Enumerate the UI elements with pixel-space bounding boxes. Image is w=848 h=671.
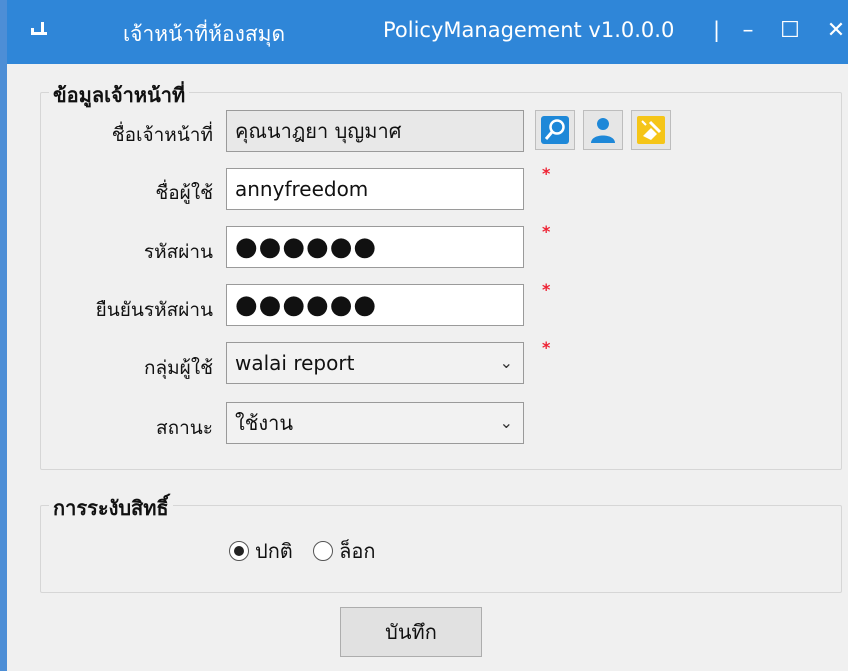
app-logo-icon [31, 22, 47, 35]
status-value: ใช้งาน [235, 411, 294, 435]
password-required-mark: * [542, 222, 551, 241]
minimize-button[interactable]: – [731, 14, 765, 48]
window-title-officer: เจ้าหน้าที่ห้องสมุด [123, 22, 286, 46]
user-group-select[interactable]: walai report ⌄ [226, 342, 524, 384]
chevron-down-icon: ⌄ [499, 353, 513, 372]
clear-officer-button[interactable] [631, 110, 671, 150]
suspension-radio-group: ปกติ ล็อก [229, 535, 390, 567]
radio-normal[interactable] [229, 541, 249, 561]
maximize-button[interactable]: ☐ [773, 14, 807, 48]
user-group-label: กลุ่มผู้ใช้ [144, 357, 213, 379]
title-separator: | [713, 18, 721, 42]
confirm-password-required-mark: * [542, 280, 551, 299]
confirm-password-input[interactable]: ●●●●●● [226, 284, 524, 326]
officer-window: เจ้าหน้าที่ห้องสมุด PolicyManagement v1.… [0, 0, 848, 671]
search-icon [541, 116, 569, 144]
confirm-password-label: ยืนยันรหัสผ่าน [95, 299, 213, 321]
suspension-group: การระงับสิทธิ์ [40, 492, 842, 593]
suspension-legend: การระงับสิทธิ์ [49, 492, 173, 524]
username-input[interactable]: annyfreedom [226, 168, 524, 210]
chevron-down-icon: ⌄ [499, 413, 513, 432]
officer-name-field: คุณนาฎยา บุญมาศ [226, 110, 524, 152]
window-title-app: PolicyManagement v1.0.0.0 [383, 18, 675, 42]
select-user-button[interactable] [583, 110, 623, 150]
officer-name-label: ชื่อเจ้าหน้าที่ [111, 124, 213, 146]
save-button[interactable]: บันทึก [340, 607, 482, 657]
status-label: สถานะ [156, 417, 213, 439]
radio-lock[interactable] [313, 541, 334, 561]
close-button[interactable]: ✕ [819, 14, 848, 48]
search-officer-button[interactable] [535, 110, 575, 150]
radio-lock-label[interactable]: ล็อก [339, 539, 375, 563]
user-icon [591, 118, 615, 143]
password-label: รหัสผ่าน [143, 241, 213, 263]
username-label: ชื่อผู้ใช้ [155, 182, 213, 204]
radio-normal-label[interactable]: ปกติ [255, 539, 293, 563]
officer-info-legend: ข้อมูลเจ้าหน้าที่ [49, 79, 190, 111]
status-select[interactable]: ใช้งาน ⌄ [226, 402, 524, 444]
user-group-value: walai report [235, 351, 355, 375]
password-input[interactable]: ●●●●●● [226, 226, 524, 268]
user-group-required-mark: * [542, 338, 551, 357]
clear-icon [637, 116, 665, 144]
title-bar[interactable]: เจ้าหน้าที่ห้องสมุด PolicyManagement v1.… [7, 0, 848, 64]
username-required-mark: * [542, 164, 551, 183]
